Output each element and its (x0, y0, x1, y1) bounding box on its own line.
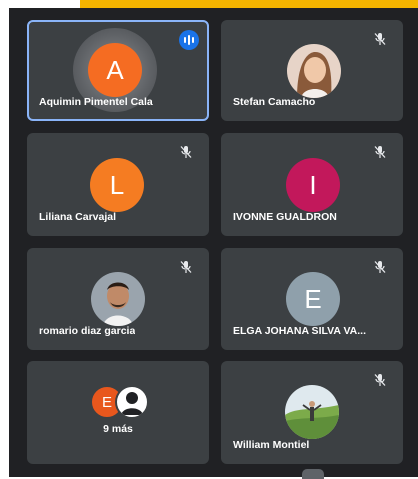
more-participants-tile[interactable]: E 9 más (27, 361, 209, 464)
participant-tile-william[interactable]: William Montiel (221, 361, 403, 464)
mic-off-icon (180, 261, 192, 273)
participant-name: William Montiel (233, 439, 310, 451)
profile-photo (287, 44, 341, 98)
participant-tile-elga[interactable]: E ELGA JOHANA SILVA VA... (221, 248, 403, 350)
participant-tile-romario[interactable]: romario diaz garcia (27, 248, 209, 350)
profile-photo (91, 272, 145, 326)
avatar: I (286, 158, 340, 212)
participant-tile-aquimin[interactable]: A Aquimin Pimentel Cala (27, 20, 209, 121)
avatar: E (286, 272, 340, 326)
avatar: A (88, 43, 142, 97)
profile-photo (285, 385, 339, 439)
mic-off-icon (180, 146, 192, 158)
participant-name: Stefan Camacho (233, 96, 316, 108)
participant-tile-ivonne[interactable]: I IVONNE GUALDRON (221, 133, 403, 236)
mic-off-icon (374, 146, 386, 158)
more-participants-label: 9 más (103, 423, 133, 435)
participant-name: ELGA JOHANA SILVA VA... (233, 325, 367, 337)
mic-off-icon (374, 33, 386, 45)
person-icon (115, 385, 149, 419)
audio-levels-icon (179, 30, 199, 50)
participant-name: IVONNE GUALDRON (233, 211, 337, 223)
participant-name: Aquimin Pimentel Cala (39, 96, 153, 108)
mic-off-icon (374, 261, 386, 273)
participant-tile-stefan[interactable]: Stefan Camacho (221, 20, 403, 121)
participant-tile-liliana[interactable]: L Liliana Carvajal (27, 133, 209, 236)
more-options-handle[interactable] (302, 469, 324, 479)
avatar: L (90, 158, 144, 212)
participant-name: romario diaz garcia (39, 325, 136, 337)
participant-name: Liliana Carvajal (39, 211, 117, 223)
mic-off-icon (374, 374, 386, 386)
participant-grid: A Aquimin Pimentel Cala Stefan Camacho L (9, 8, 418, 477)
